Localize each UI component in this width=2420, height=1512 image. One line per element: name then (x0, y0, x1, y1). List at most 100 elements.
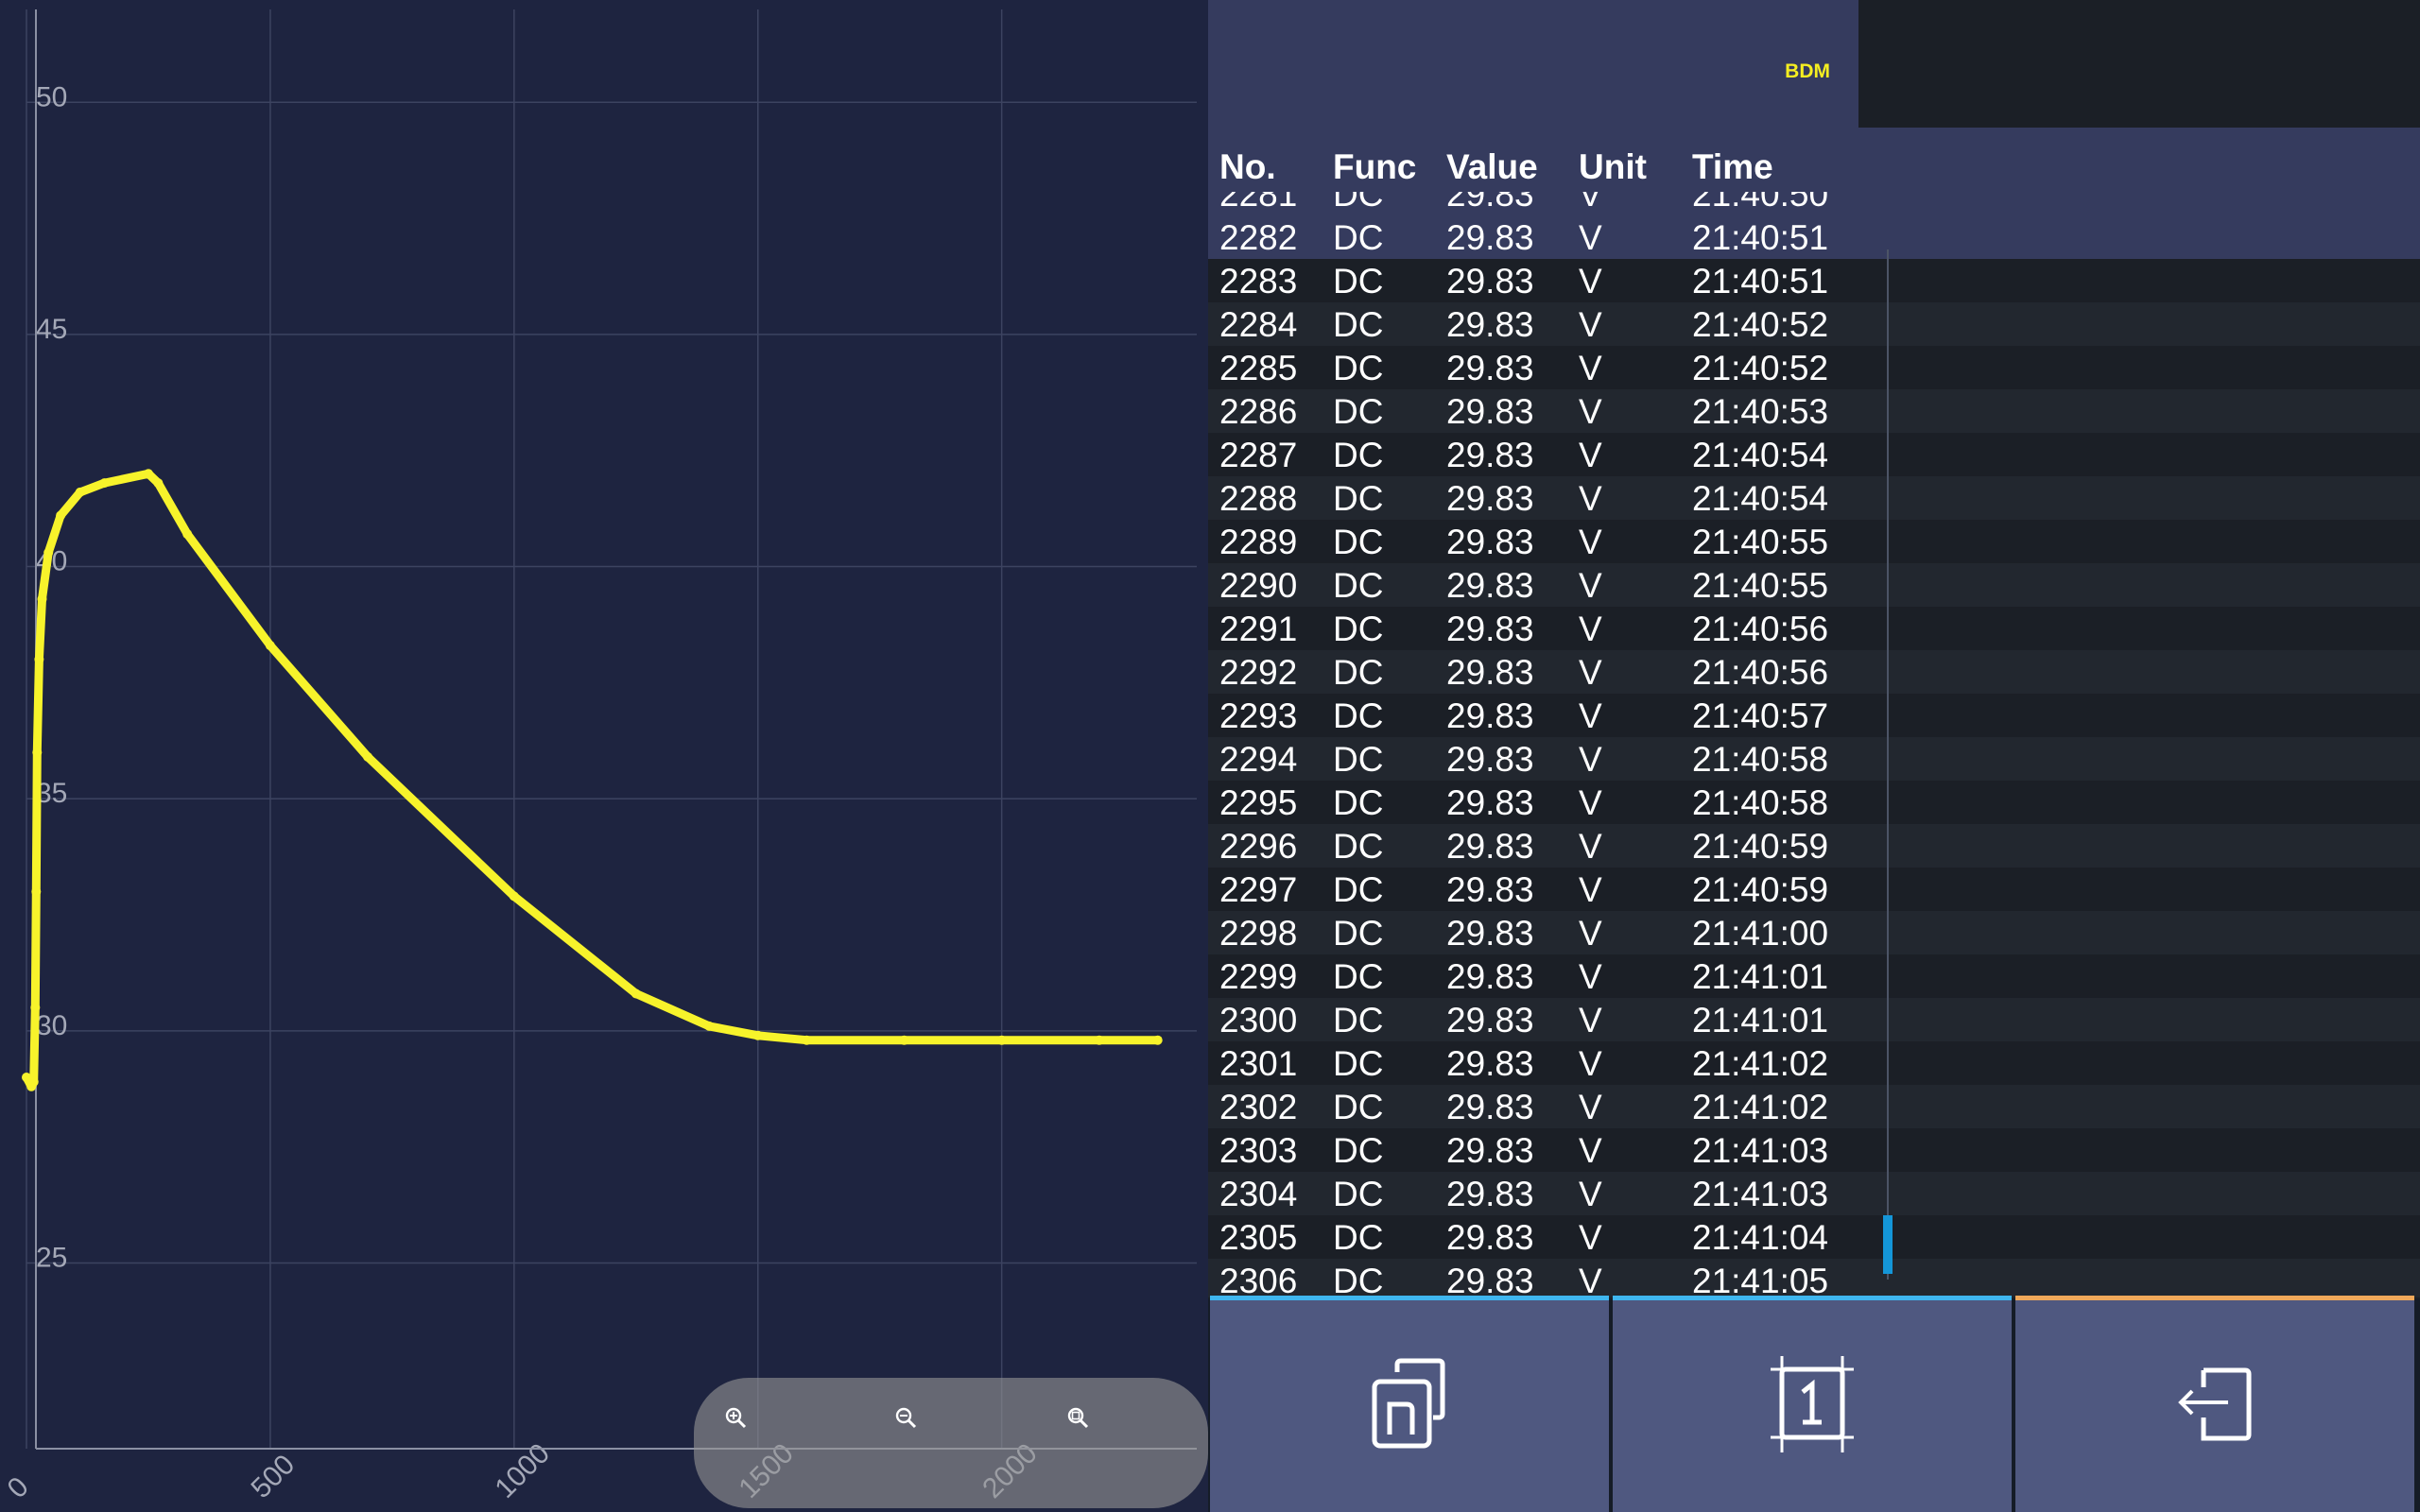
single-record-icon (1771, 1355, 1854, 1452)
cell-no: 2297 (1219, 870, 1298, 909)
cell-unit: V (1579, 740, 1602, 779)
table-row[interactable]: 2299 DC 29.83 V 21:41:01 (1208, 954, 2420, 998)
table-row[interactable]: 2283 DC 29.83 V 21:40:51 (1208, 259, 2420, 302)
cell-no: 2305 (1219, 1218, 1298, 1257)
cell-time: 21:40:51 (1692, 218, 1829, 257)
single-record-button[interactable] (1613, 1296, 2012, 1512)
cell-value: 29.83 (1446, 914, 1534, 953)
table-row[interactable]: 2291 DC 29.83 V 21:40:56 (1208, 607, 2420, 650)
table-row[interactable]: 2294 DC 29.83 V 21:40:58 (1208, 737, 2420, 781)
table-row[interactable]: 2286 DC 29.83 V 21:40:53 (1208, 389, 2420, 433)
data-point (1152, 1035, 1163, 1045)
multi-record-button[interactable] (1210, 1296, 1609, 1512)
data-point (899, 1035, 909, 1045)
table-row[interactable]: 2282 DC 29.83 V 21:40:51 (1208, 215, 2420, 259)
cell-func: DC (1333, 610, 1384, 648)
column-header-no: No. (1219, 147, 1276, 186)
cell-no: 2293 (1219, 696, 1298, 735)
cell-unit: V (1579, 218, 1602, 257)
line-chart[interactable]: 0500100015002000253035404550 (0, 0, 1208, 1512)
cell-func: DC (1333, 523, 1384, 561)
scrollbar-track[interactable] (1887, 249, 1889, 1280)
cell-value: 29.83 (1446, 1001, 1534, 1040)
data-point (31, 886, 42, 897)
cell-time: 21:41:05 (1692, 1262, 1829, 1297)
table-row[interactable]: 2287 DC 29.83 V 21:40:54 (1208, 433, 2420, 476)
cell-no: 2292 (1219, 653, 1298, 692)
zoom-out-button[interactable] (889, 1400, 923, 1435)
cell-value: 29.83 (1446, 1175, 1534, 1213)
cell-func: DC (1333, 653, 1384, 692)
table-row[interactable]: 2281 DC 29.83 V 21:40:50 (1208, 192, 2420, 215)
cell-value: 29.83 (1446, 957, 1534, 996)
exit-icon (2178, 1367, 2252, 1440)
cell-func: DC (1333, 914, 1384, 953)
cell-unit: V (1579, 1175, 1602, 1213)
table-row[interactable]: 2295 DC 29.83 V 21:40:58 (1208, 781, 2420, 824)
table-row[interactable]: 2290 DC 29.83 V 21:40:55 (1208, 563, 2420, 607)
button-accent-line (1210, 1296, 1609, 1300)
cell-func: DC (1333, 957, 1384, 996)
data-point (1094, 1035, 1104, 1045)
cell-value: 29.83 (1446, 783, 1534, 822)
status-header-right (1858, 0, 2420, 128)
data-point (509, 891, 519, 902)
table-row[interactable]: 2302 DC 29.83 V 21:41:02 (1208, 1085, 2420, 1128)
cell-time: 21:40:59 (1692, 870, 1829, 909)
y-tick-label: 50 (36, 81, 67, 112)
cell-unit: V (1579, 1044, 1602, 1083)
chart-panel[interactable]: 0500100015002000253035404550 (0, 0, 1208, 1512)
exit-button[interactable] (2015, 1296, 2414, 1512)
zoom-in-icon (725, 1407, 747, 1429)
y-tick-label: 25 (36, 1242, 67, 1273)
cell-no: 2300 (1219, 1001, 1298, 1040)
records-table[interactable]: 2281 DC 29.83 V 21:40:50 2282 DC 29.83 V 21:40:51… (1208, 192, 2420, 1297)
cell-value: 29.83 (1446, 827, 1534, 866)
table-row[interactable]: 2288 DC 29.83 V 21:40:54 (1208, 476, 2420, 520)
cell-time: 21:40:52 (1692, 305, 1829, 344)
column-header-func: Func (1333, 147, 1417, 186)
scrollbar-thumb[interactable] (1883, 1215, 1893, 1274)
device-badge: BDM (1785, 60, 1830, 82)
table-row[interactable]: 2293 DC 29.83 V 21:40:57 (1208, 694, 2420, 737)
table-row[interactable]: 2292 DC 29.83 V 21:40:56 (1208, 650, 2420, 694)
cell-no: 2291 (1219, 610, 1298, 648)
cell-value: 29.83 (1446, 349, 1534, 387)
cell-func: DC (1333, 1175, 1384, 1213)
table-row[interactable]: 2285 DC 29.83 V 21:40:52 (1208, 346, 2420, 389)
table-row[interactable]: 2306 DC 29.83 V 21:41:05 (1208, 1259, 2420, 1297)
cell-no: 2299 (1219, 957, 1298, 996)
table-row[interactable]: 2304 DC 29.83 V 21:41:03 (1208, 1172, 2420, 1215)
table-row[interactable]: 2301 DC 29.83 V 21:41:02 (1208, 1041, 2420, 1085)
cell-no: 2294 (1219, 740, 1298, 779)
cell-value: 29.83 (1446, 1262, 1534, 1297)
cell-func: DC (1333, 783, 1384, 822)
cell-func: DC (1333, 1044, 1384, 1083)
table-row[interactable]: 2298 DC 29.83 V 21:41:00 (1208, 911, 2420, 954)
cell-unit: V (1579, 479, 1602, 518)
table-row[interactable]: 2297 DC 29.83 V 21:40:59 (1208, 868, 2420, 911)
cell-func: DC (1333, 349, 1384, 387)
column-header-value: Value (1446, 147, 1538, 186)
data-point (75, 487, 85, 497)
table-row[interactable]: 2303 DC 29.83 V 21:41:03 (1208, 1128, 2420, 1172)
zoom-toolbar (694, 1378, 1208, 1508)
data-point (99, 478, 110, 489)
data-point (56, 510, 66, 521)
table-row[interactable]: 2284 DC 29.83 V 21:40:52 (1208, 302, 2420, 346)
data-point (182, 529, 193, 540)
data-point (704, 1021, 715, 1031)
table-row[interactable]: 2305 DC 29.83 V 21:41:04 (1208, 1215, 2420, 1259)
cell-no: 2304 (1219, 1175, 1298, 1213)
table-row[interactable]: 2289 DC 29.83 V 21:40:55 (1208, 520, 2420, 563)
cell-value: 29.83 (1446, 870, 1534, 909)
button-accent-line (2015, 1296, 2414, 1300)
data-point (43, 547, 54, 558)
column-header-unit: Unit (1579, 147, 1647, 186)
zoom-reset-button[interactable] (1061, 1400, 1095, 1435)
zoom-in-button[interactable] (718, 1400, 752, 1435)
table-row[interactable]: 2296 DC 29.83 V 21:40:59 (1208, 824, 2420, 868)
cell-func: DC (1333, 436, 1384, 474)
table-row[interactable]: 2300 DC 29.83 V 21:41:01 (1208, 998, 2420, 1041)
cell-unit: V (1579, 1001, 1602, 1040)
